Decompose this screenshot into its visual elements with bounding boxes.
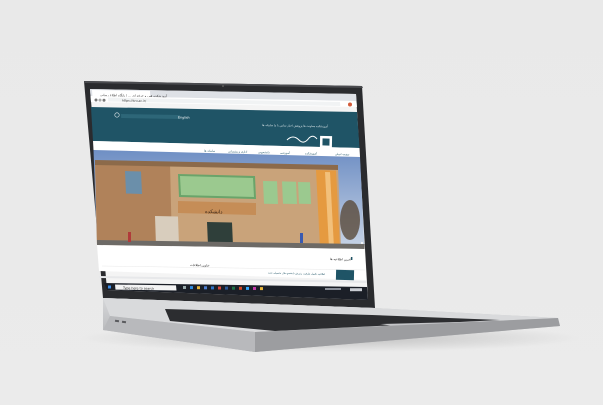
excel-icon[interactable] — [232, 286, 235, 290]
task-view-icon[interactable] — [183, 286, 186, 289]
window-right-3 — [298, 182, 311, 204]
tray-icons[interactable] — [325, 288, 341, 290]
window-right-1 — [263, 181, 278, 204]
explorer-icon[interactable] — [197, 286, 200, 290]
taskbar-search-input[interactable]: Type here to search — [122, 286, 154, 291]
slider-dot-icon[interactable] — [361, 242, 363, 244]
clock[interactable] — [350, 288, 362, 292]
nav-item-1[interactable]: آموزشکده — [305, 151, 317, 155]
building-sign: دانشکده — [205, 209, 223, 215]
reload-icon[interactable] — [102, 98, 106, 102]
news-thumb[interactable] — [335, 269, 355, 281]
news-heading: آخرین اطلاعیه ها — [330, 257, 352, 262]
profile-avatar-icon[interactable] — [348, 102, 352, 107]
windows-start-icon[interactable] — [107, 285, 112, 289]
chrome-icon[interactable] — [218, 286, 221, 290]
mail-icon[interactable] — [211, 286, 214, 290]
powerpoint-icon[interactable] — [239, 286, 242, 290]
laptop-photo-scene: آموزشکده فنی و حرفه ای ... | پایگاه اطلا… — [0, 0, 603, 405]
folder-icon[interactable] — [260, 287, 263, 291]
app-icon[interactable] — [253, 287, 256, 290]
store-icon[interactable] — [204, 286, 207, 290]
photoshop-icon[interactable] — [246, 286, 249, 290]
nav-item-4[interactable]: اداری و پشتیبانی — [228, 149, 248, 153]
notices-heading: عناوین اطلاعات — [190, 263, 210, 267]
logo-mark-icon — [322, 138, 330, 146]
edge-icon[interactable] — [190, 286, 193, 290]
url-text: https://tvu.ac.ir/ — [122, 99, 147, 103]
back-icon[interactable] — [94, 98, 98, 102]
nav-item-0[interactable]: صفحه اصلی — [335, 152, 350, 156]
webcam — [221, 84, 225, 88]
language-switch[interactable]: English — [178, 116, 190, 120]
window-right-2 — [282, 181, 297, 204]
hero-image: دانشکده — [93, 150, 365, 249]
nav-item-5[interactable]: سامانه ها — [204, 149, 216, 153]
window-left — [125, 171, 142, 194]
nav-item-2[interactable]: آموزشی — [280, 151, 290, 155]
nav-item-3[interactable]: دانشجویی — [258, 150, 271, 154]
word-icon[interactable] — [225, 286, 228, 290]
forward-icon[interactable] — [98, 98, 102, 102]
